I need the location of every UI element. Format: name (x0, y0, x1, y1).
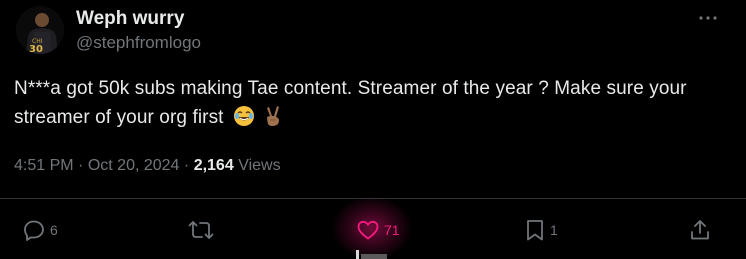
post-date[interactable]: Oct 20, 2024 (88, 157, 180, 174)
avatar-image: CHI 30 (16, 6, 64, 54)
meta-separator: · (183, 157, 190, 174)
meta-separator: · (78, 157, 84, 174)
author-name[interactable]: Weph wurry (76, 8, 184, 30)
bookmark-icon (527, 220, 543, 241)
victory-hand-emoji-icon (264, 105, 284, 136)
author-handle[interactable]: @stephfromlogo (76, 33, 201, 53)
bookmark-count: 1 (550, 222, 558, 238)
heart-icon (357, 220, 379, 240)
retweet-icon (188, 221, 214, 239)
share-icon (691, 220, 709, 240)
reply-count: 6 (50, 222, 58, 238)
avatar-jersey-number: 30 (29, 44, 43, 54)
post-text: N***a got 50k subs making Tae content. S… (14, 78, 687, 128)
post-text-container: N***a got 50k subs making Tae content. S… (14, 74, 730, 136)
post-meta: 4:51 PM · Oct 20, 2024 · 2,164 Views (14, 155, 281, 177)
laughing-emoji-icon (233, 105, 255, 136)
reply-button[interactable]: 6 (22, 216, 58, 244)
retweet-button[interactable] (188, 216, 218, 244)
like-count: 71 (384, 222, 400, 238)
share-button[interactable] (688, 216, 712, 244)
views-label: Views (238, 157, 281, 174)
cursor-shadow (361, 254, 387, 259)
views-count: 2,164 (193, 157, 234, 174)
more-options-button[interactable] (696, 6, 720, 30)
text-cursor-icon (356, 250, 359, 259)
bookmark-button[interactable]: 1 (524, 216, 558, 244)
post-time[interactable]: 4:51 PM (14, 157, 74, 174)
reply-icon (24, 220, 44, 241)
more-dots-icon (699, 16, 717, 20)
like-button[interactable]: 71 (356, 216, 400, 244)
avatar[interactable]: CHI 30 (16, 6, 64, 54)
